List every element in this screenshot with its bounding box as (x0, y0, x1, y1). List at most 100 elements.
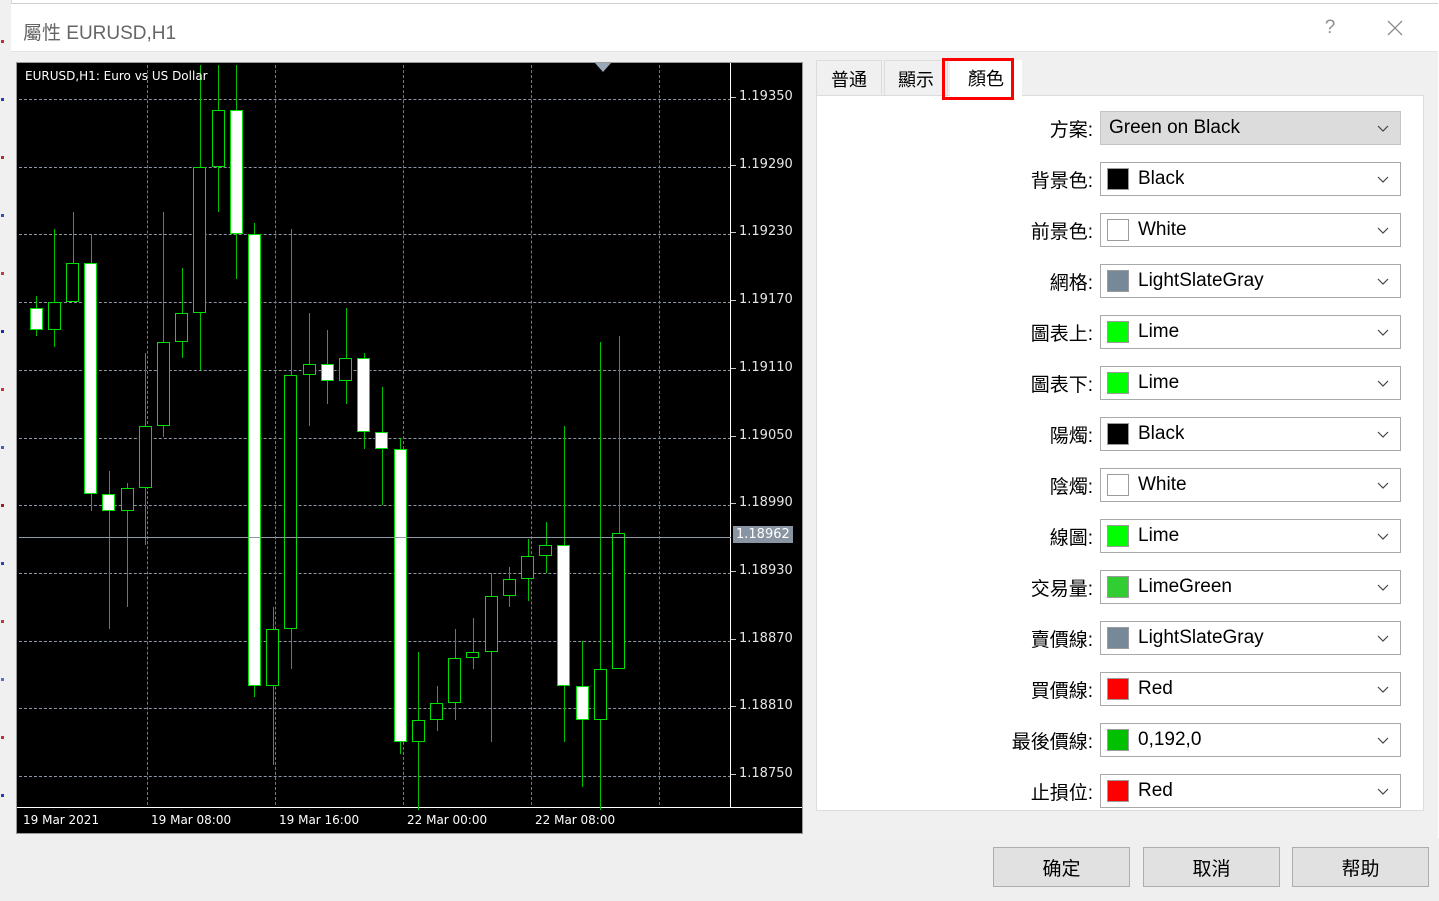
color-dropdown-value: Red (1138, 678, 1173, 699)
candle-body-bullish (157, 341, 170, 427)
candle-body-bullish (521, 556, 534, 579)
color-swatch (1107, 525, 1129, 547)
candle-body-bearish (248, 234, 261, 686)
chart-period-marker-icon (595, 63, 611, 72)
color-row-label: 賣價線: (1030, 629, 1093, 651)
tab-general[interactable]: 普通 (816, 60, 882, 96)
color-swatch (1107, 321, 1129, 343)
chevron-down-icon[interactable] (1376, 172, 1390, 186)
chevron-down-icon[interactable] (1376, 121, 1390, 135)
time-axis-label: 19 Mar 16:00 (279, 813, 360, 827)
color-swatch (1107, 474, 1129, 496)
color-row: 方案: Green on Black (817, 109, 1425, 147)
price-axis-tick (731, 503, 736, 505)
color-row: 陰燭: White (817, 466, 1425, 504)
candle-body-bullish (466, 651, 479, 658)
color-dropdown[interactable]: Green on Black (1100, 111, 1401, 145)
color-dropdown[interactable]: Lime (1100, 519, 1401, 553)
price-axis-label: 1.19050 (739, 427, 793, 443)
chevron-down-icon[interactable] (1376, 325, 1390, 339)
color-swatch (1107, 423, 1129, 445)
color-swatch (1107, 219, 1129, 241)
price-axis-label: 1.19290 (739, 156, 793, 172)
candle-body-bearish (84, 262, 97, 494)
color-dropdown-value: Lime (1138, 372, 1180, 393)
color-row: 交易量: LimeGreen (817, 568, 1425, 606)
chart-gridline-horizontal (19, 234, 731, 236)
chart-gridline-horizontal (19, 98, 731, 100)
color-row-label: 最後價線: (1011, 731, 1093, 753)
time-axis-label: 19 Mar 08:00 (151, 813, 232, 827)
chevron-down-icon[interactable] (1376, 478, 1390, 492)
candle-body-bearish (394, 448, 407, 743)
candle-wick (619, 335, 620, 551)
chevron-down-icon[interactable] (1376, 427, 1390, 441)
color-row-label: 交易量: (1030, 578, 1093, 600)
chart-preview: EURUSD,H1: Euro vs US Dollar 1.19350 1.19… (16, 62, 803, 834)
color-dropdown[interactable]: White (1100, 213, 1401, 247)
chevron-down-icon[interactable] (1376, 376, 1390, 390)
color-dropdown[interactable]: Red (1100, 672, 1401, 706)
candle-body-bearish (357, 358, 370, 432)
color-dropdown[interactable]: Lime (1100, 366, 1401, 400)
color-swatch (1107, 678, 1129, 700)
background-pixel (1, 214, 4, 217)
color-dropdown-value: LightSlateGray (1138, 627, 1264, 648)
color-dropdown[interactable]: White (1100, 468, 1401, 502)
chart-gridline-horizontal (19, 302, 731, 304)
chevron-down-icon[interactable] (1376, 529, 1390, 543)
background-pixel (1, 156, 4, 159)
color-row-label: 止損位: (1030, 782, 1093, 804)
chevron-down-icon[interactable] (1376, 223, 1390, 237)
color-dropdown[interactable]: Lime (1100, 315, 1401, 349)
color-swatch (1107, 372, 1129, 394)
tab-colors[interactable]: 顏色 (950, 60, 1022, 96)
color-dropdown[interactable]: LightSlateGray (1100, 621, 1401, 655)
color-row: 陽燭: Black (817, 415, 1425, 453)
help-icon[interactable]: ? (1307, 7, 1353, 49)
color-dropdown-value: Black (1138, 423, 1185, 444)
color-dropdown[interactable]: Black (1100, 417, 1401, 451)
price-axis-label: 1.19230 (739, 224, 793, 240)
chevron-down-icon[interactable] (1376, 784, 1390, 798)
price-axis-label: 1.18870 (739, 630, 793, 646)
chevron-down-icon[interactable] (1376, 274, 1390, 288)
color-dropdown[interactable]: Red (1100, 774, 1401, 808)
tab-display[interactable]: 顯示 (884, 60, 948, 96)
color-swatch (1107, 270, 1129, 292)
color-row-label: 方案: (1049, 119, 1093, 141)
candle-body-bullish (412, 719, 425, 743)
background-pixel (1, 272, 4, 275)
color-dropdown[interactable]: 0,192,0 (1100, 723, 1401, 757)
candle-wick (346, 307, 347, 404)
background-pixel (1, 330, 4, 333)
color-swatch (1107, 168, 1129, 190)
color-dropdown[interactable]: LightSlateGray (1100, 264, 1401, 298)
color-row: 最後價線: 0,192,0 (817, 721, 1425, 759)
chevron-down-icon[interactable] (1376, 682, 1390, 696)
close-icon[interactable] (1372, 7, 1418, 49)
chevron-down-icon[interactable] (1376, 580, 1390, 594)
color-row: 圖表上: Lime (817, 313, 1425, 351)
background-pixel (1, 620, 4, 623)
chart-gridline-horizontal (19, 166, 731, 168)
color-row: 圖表下: Lime (817, 364, 1425, 402)
color-row-label: 圖表上: (1030, 323, 1093, 345)
color-dropdown[interactable]: LimeGreen (1100, 570, 1401, 604)
candle-body-bearish (375, 431, 388, 449)
help-button[interactable]: 帮助 (1292, 847, 1429, 887)
candle-body-bullish (175, 313, 188, 342)
ok-button[interactable]: 确定 (993, 847, 1130, 887)
color-row: 線圖: Lime (817, 517, 1425, 555)
chevron-down-icon[interactable] (1376, 733, 1390, 747)
chevron-down-icon[interactable] (1376, 631, 1390, 645)
color-row-label: 背景色: (1030, 170, 1093, 192)
time-axis-label: 22 Mar 00:00 (407, 813, 488, 827)
color-row-label: 線圖: (1049, 527, 1093, 549)
color-row-label: 前景色: (1030, 221, 1093, 243)
color-dropdown[interactable]: Black (1100, 162, 1401, 196)
candle-body-bullish (266, 629, 279, 686)
price-axis-tick (731, 774, 736, 776)
cancel-button[interactable]: 取消 (1143, 847, 1280, 887)
candle-body-bullish (612, 533, 625, 669)
